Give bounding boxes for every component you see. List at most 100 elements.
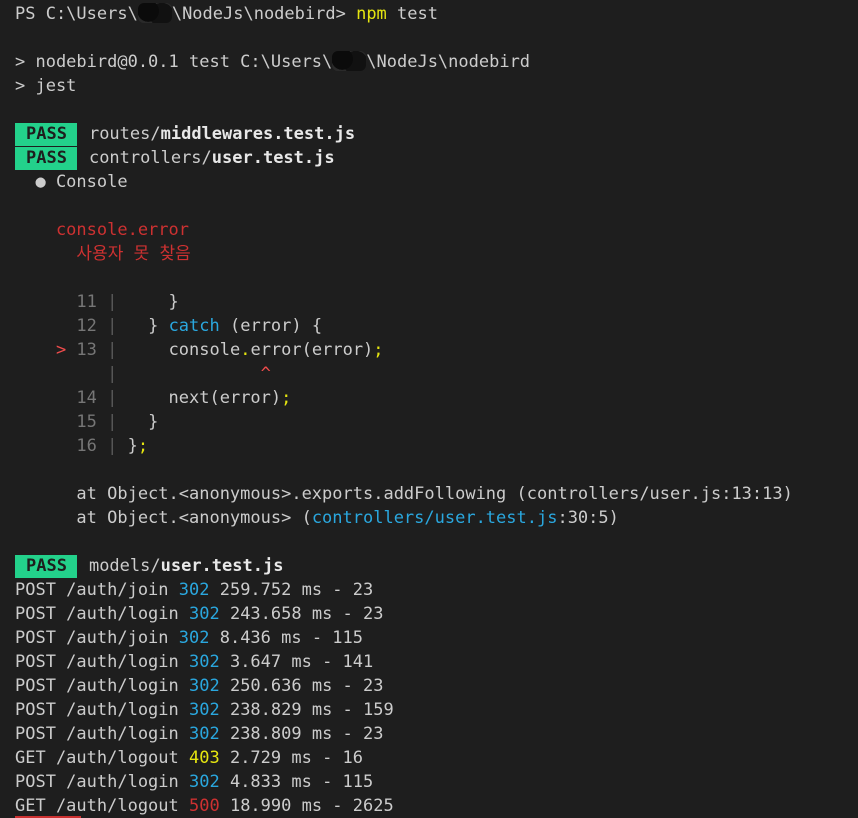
gutter-bar: | [107, 292, 118, 312]
line-number: 11 [15, 292, 108, 312]
code-semicolon: ; [373, 340, 384, 360]
request-log-row: POST /auth/login 302 3.647 ms - 141 [15, 650, 858, 674]
script-jest-line: > jest [15, 76, 77, 96]
request-log-row: POST /auth/login 302 238.829 ms - 159 [15, 698, 858, 722]
code-semicolon: ; [137, 436, 149, 456]
request-method-path: POST /auth/login [15, 604, 189, 624]
request-timing: 2.729 ms - 16 [219, 748, 364, 768]
stack-prefix: at Object.<anonymous> ( [15, 508, 312, 528]
stack-trace-line: at Object.<anonymous> (controllers/user.… [15, 506, 858, 530]
stack-file-link[interactable]: controllers/user.test.js [312, 508, 558, 528]
status-code: 302 [189, 772, 220, 792]
status-code: 302 [189, 604, 220, 624]
caret-spaces [117, 364, 260, 384]
error-line-marker: > [15, 340, 77, 360]
gutter-bar: | [107, 388, 118, 408]
code-semicolon: ; [281, 388, 292, 408]
status-code: 500 [189, 796, 220, 816]
console-error-message: 사용자 못 찾음 [15, 244, 191, 264]
gutter-bar: | [107, 316, 118, 336]
test-dir: routes/ [88, 124, 161, 144]
code-text: } [117, 292, 179, 312]
request-timing: 259.752 ms - 23 [209, 580, 374, 600]
test-file: middlewares.test.js [160, 124, 356, 144]
request-timing: 250.636 ms - 23 [219, 676, 384, 696]
request-method-path: POST /auth/login [15, 676, 189, 696]
command-name: npm [356, 4, 387, 24]
code-text: } [117, 436, 138, 456]
caret-padding [15, 364, 107, 384]
request-method-path: POST /auth/login [15, 724, 189, 744]
stack-suffix: :30:5) [557, 508, 619, 528]
terminal-output: PS C:\Users\ \NodeJs\nodebird> npm test >… [15, 2, 858, 818]
script-header-prefix: > nodebird@0.0.1 test C:\Users\ [15, 52, 333, 72]
request-method-path: GET /auth/logout [15, 748, 189, 768]
request-log-row: POST /auth/login 302 250.636 ms - 23 [15, 674, 858, 698]
code-frame-caret-line: | ^ [15, 362, 858, 386]
status-code: 302 [178, 580, 210, 600]
test-result-row: PASS controllers/user.test.js [15, 146, 858, 170]
script-header-line: > nodebird@0.0.1 test C:\Users\ \NodeJs\n… [15, 50, 858, 74]
test-result-row: PASS routes/middlewares.test.js [15, 122, 858, 146]
line-number: 14 [15, 388, 108, 408]
status-code: 302 [189, 676, 220, 696]
gutter-bar: | [107, 340, 118, 360]
request-log-row: GET /auth/logout 500 18.990 ms - 2625 [15, 794, 858, 818]
code-frame-line-12: 12 | } catch (error) { [15, 314, 858, 338]
request-log-row: POST /auth/join 302 8.436 ms - 115 [15, 626, 858, 650]
request-log: POST /auth/join 302 259.752 ms - 23 POST … [15, 578, 858, 818]
request-method-path: POST /auth/login [15, 772, 189, 792]
gutter-bar: | [107, 364, 118, 384]
test-result-row: PASS models/user.test.js [15, 554, 858, 578]
ps-prefix: PS C:\Users\ [15, 4, 138, 24]
gutter-bar: | [107, 412, 118, 432]
console-heading: ● Console [15, 172, 128, 192]
request-log-row: GET /auth/logout 403 2.729 ms - 16 [15, 746, 858, 770]
request-timing: 238.809 ms - 23 [219, 724, 384, 744]
request-log-row: POST /auth/login 302 4.833 ms - 115 [15, 770, 858, 794]
test-file: user.test.js [160, 556, 284, 576]
code-frame-line-16: 16 | }; [15, 434, 858, 458]
code-frame-line-15: 15 | } [15, 410, 858, 434]
test-dir: models/ [88, 556, 161, 576]
request-timing: 243.658 ms - 23 [219, 604, 384, 624]
stack-trace-line: at Object.<anonymous>.exports.addFollowi… [15, 484, 793, 504]
status-code: 302 [189, 724, 220, 744]
status-code: 302 [178, 628, 210, 648]
code-text: next(error) [117, 388, 282, 408]
line-number: 13 [76, 340, 108, 360]
request-method-path: POST /auth/join [15, 628, 179, 648]
line-number: 15 [15, 412, 108, 432]
pass-badge: PASS [15, 147, 77, 170]
request-method-path: GET /auth/logout [15, 796, 189, 816]
status-code: 403 [189, 748, 220, 768]
code-text: error(error) [250, 340, 374, 360]
redacted-username [332, 51, 367, 71]
code-text: (error) { [219, 316, 323, 336]
code-text: } [117, 412, 159, 432]
status-code: 302 [189, 652, 220, 672]
line-number: 12 [15, 316, 108, 336]
code-text: } [117, 316, 169, 336]
test-dir: controllers/ [88, 148, 212, 168]
console-error-label: console.error [15, 220, 189, 240]
pass-badge: PASS [15, 123, 77, 146]
ps-prompt-line: PS C:\Users\ \NodeJs\nodebird> npm test [15, 2, 858, 26]
code-frame-line-13: > 13 | console.error(error); [15, 338, 858, 362]
code-frame-line-14: 14 | next(error); [15, 386, 858, 410]
request-timing: 4.833 ms - 115 [219, 772, 374, 792]
request-timing: 8.436 ms - 115 [209, 628, 364, 648]
script-header-tail: \NodeJs\nodebird [366, 52, 531, 72]
code-dot: . [240, 340, 251, 360]
request-method-path: POST /auth/join [15, 580, 179, 600]
code-text: console [117, 340, 241, 360]
redacted-username [137, 3, 172, 23]
request-timing: 238.829 ms - 159 [219, 700, 394, 720]
line-number: 16 [15, 436, 108, 456]
request-log-row: POST /auth/login 302 243.658 ms - 23 [15, 602, 858, 626]
